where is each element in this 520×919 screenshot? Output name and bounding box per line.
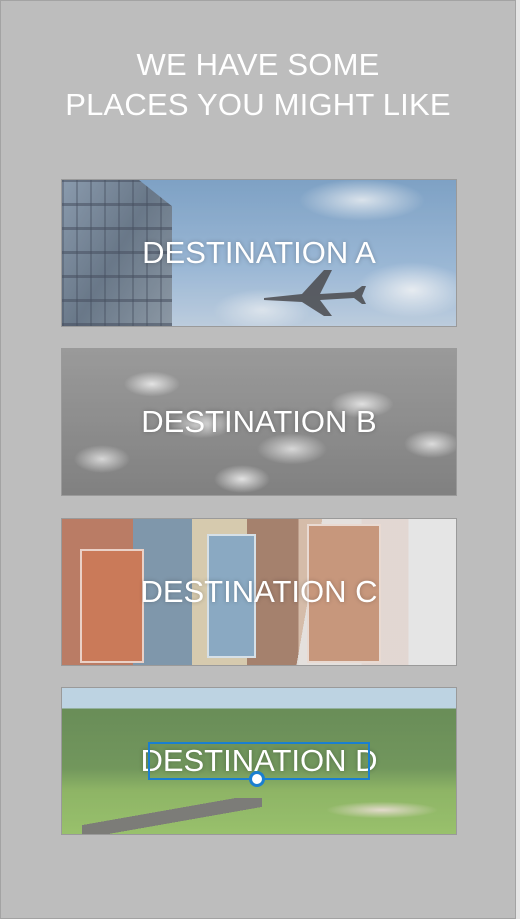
selection-handle[interactable] — [249, 771, 265, 787]
destination-label-b: DESTINATION B — [141, 404, 377, 439]
destination-label-c: DESTINATION C — [140, 574, 378, 609]
page-headline: WE HAVE SOME PLACES YOU MIGHT LIKE — [1, 45, 515, 125]
headline-line-2: PLACES YOU MIGHT LIKE — [65, 87, 451, 122]
destination-card-a[interactable]: DESTINATION A — [61, 179, 457, 327]
headline-line-1: WE HAVE SOME — [136, 47, 380, 82]
destination-card-c[interactable]: DESTINATION C — [61, 518, 457, 666]
app-screen: WE HAVE SOME PLACES YOU MIGHT LIKE DESTI… — [0, 0, 516, 919]
window-edge — [516, 0, 520, 919]
destination-card-b[interactable]: DESTINATION B — [61, 348, 457, 496]
destination-label-a: DESTINATION A — [142, 235, 376, 270]
